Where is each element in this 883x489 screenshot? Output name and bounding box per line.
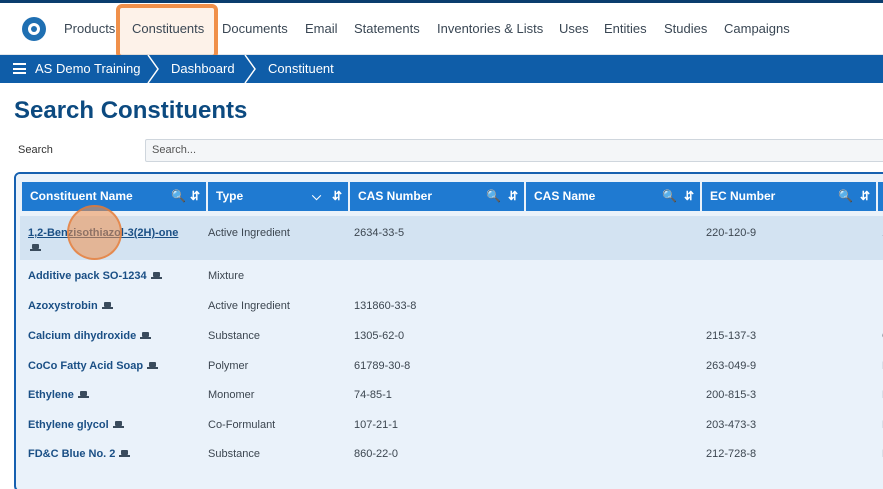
column-header-constituent-name[interactable]: Constituent Name 🔍 ⇵ xyxy=(22,182,206,211)
constituent-name-link[interactable]: CoCo Fatty Acid Soap xyxy=(28,360,159,372)
sort-icon[interactable]: ⇵ xyxy=(684,182,694,211)
cas-number-cell: 74-85-1 xyxy=(354,389,392,401)
column-header-more[interactable] xyxy=(878,182,883,211)
cas-number-cell: 131860-33-8 xyxy=(354,300,417,312)
ec-number-cell: 220-120-9 xyxy=(706,227,757,239)
laptop-icon xyxy=(77,391,89,399)
laptop-icon xyxy=(30,244,41,252)
constituent-name-link[interactable]: Ethylene xyxy=(28,389,89,401)
table-row[interactable]: CoCo Fatty Acid Soap Polymer 61789-30-8 … xyxy=(20,352,883,380)
type-cell: Monomer xyxy=(208,389,255,401)
nav-entities[interactable]: Entities xyxy=(604,21,647,36)
table-row[interactable]: FD&C Blue No. 2 Substance 860-22-0 212-7… xyxy=(20,440,883,468)
laptop-icon xyxy=(140,332,152,340)
table-row[interactable]: 1,2-Benzisothiazol-3(2H)-one Active Ingr… xyxy=(20,216,883,260)
breadcrumb: AS Demo Training Dashboard Constituent xyxy=(0,55,883,83)
nav-documents[interactable]: Documents xyxy=(222,21,288,36)
laptop-icon xyxy=(119,450,131,458)
constituent-name-link[interactable]: Additive pack SO-1234 xyxy=(28,270,162,282)
type-cell: Mixture xyxy=(208,270,245,282)
sort-icon[interactable]: ⇵ xyxy=(190,182,200,211)
nav-studies[interactable]: Studies xyxy=(664,21,707,36)
nav-constituents[interactable]: Constituents xyxy=(132,21,204,36)
breadcrumb-workspace[interactable]: AS Demo Training xyxy=(35,55,141,83)
constituents-table: Constituent Name 🔍 ⇵ Type ⌵ ⇵ CAS Number… xyxy=(14,172,883,489)
breadcrumb-dashboard[interactable]: Dashboard xyxy=(171,55,235,83)
nav-email[interactable]: Email xyxy=(305,21,338,36)
breadcrumb-separator-icon xyxy=(147,55,159,83)
type-cell: Polymer xyxy=(208,360,249,372)
search-icon[interactable]: 🔍 xyxy=(662,182,677,211)
constituent-name-link[interactable]: FD&C Blue No. 2 xyxy=(28,448,131,460)
search-icon[interactable]: 🔍 xyxy=(838,182,853,211)
column-header-type[interactable]: Type ⌵ ⇵ xyxy=(208,182,348,211)
sort-icon[interactable]: ⇵ xyxy=(860,182,870,211)
table-row[interactable]: Ethylene glycol Co-Formulant 107-21-1 20… xyxy=(20,411,883,439)
cas-number-cell: 2634-33-5 xyxy=(354,227,405,239)
column-header-ec-number[interactable]: EC Number 🔍 ⇵ xyxy=(702,182,876,211)
type-cell: Substance xyxy=(208,448,260,460)
laptop-icon xyxy=(150,272,162,280)
nav-campaigns[interactable]: Campaigns xyxy=(724,21,790,36)
cas-number-cell: 860-22-0 xyxy=(354,448,399,460)
cas-number-cell: 61789-30-8 xyxy=(354,360,411,372)
table-row[interactable]: Additive pack SO-1234 Mixture xyxy=(20,262,883,290)
ec-number-cell: 200-815-3 xyxy=(706,389,757,401)
constituent-name-link[interactable]: Calcium dihydroxide xyxy=(28,330,152,342)
cas-number-cell: 1305-62-0 xyxy=(354,330,405,342)
search-icon[interactable]: 🔍 xyxy=(486,182,501,211)
laptop-icon xyxy=(101,302,113,310)
type-cell: Substance xyxy=(208,330,260,342)
cas-number-cell: 107-21-1 xyxy=(354,419,399,431)
app-logo-icon[interactable] xyxy=(22,17,46,41)
nav-products[interactable]: Products xyxy=(64,21,115,36)
table-row[interactable]: Ethylene Monomer 74-85-1 200-815-3 E xyxy=(20,381,883,409)
column-header-cas-number[interactable]: CAS Number 🔍 ⇵ xyxy=(350,182,524,211)
menu-icon[interactable] xyxy=(13,63,26,74)
breadcrumb-current: Constituent xyxy=(268,61,334,76)
table-row[interactable]: Azoxystrobin Active Ingredient 131860-33… xyxy=(20,292,883,320)
type-cell: Active Ingredient xyxy=(208,227,290,239)
ec-number-cell: 263-049-9 xyxy=(706,360,757,372)
ec-number-cell: 203-473-3 xyxy=(706,419,757,431)
search-icon[interactable]: 🔍 xyxy=(171,182,186,211)
click-indicator xyxy=(67,205,122,260)
chevron-down-icon[interactable]: ⌵ xyxy=(312,182,321,211)
laptop-icon xyxy=(112,421,124,429)
type-cell: Active Ingredient xyxy=(208,300,290,312)
search-label: Search xyxy=(18,144,53,156)
column-header-cas-name[interactable]: CAS Name 🔍 ⇵ xyxy=(526,182,700,211)
nav-uses[interactable]: Uses xyxy=(559,21,589,36)
ec-number-cell: 212-728-8 xyxy=(706,448,757,460)
constituent-name-link[interactable]: Azoxystrobin xyxy=(28,300,113,312)
table-row[interactable]: Calcium dihydroxide Substance 1305-62-0 … xyxy=(20,322,883,350)
nav-statements[interactable]: Statements xyxy=(354,21,420,36)
constituent-name-link[interactable]: Ethylene glycol xyxy=(28,419,124,431)
page-title: Search Constituents xyxy=(14,97,248,124)
top-navigation: Products Constituents Documents Email St… xyxy=(0,0,883,59)
search-input[interactable]: Search... xyxy=(145,139,883,162)
laptop-icon xyxy=(147,362,159,370)
breadcrumb-separator-icon xyxy=(244,55,256,83)
type-cell: Co-Formulant xyxy=(208,419,276,431)
nav-inventories-lists[interactable]: Inventories & Lists xyxy=(437,21,543,36)
sort-icon[interactable]: ⇵ xyxy=(332,182,342,211)
table-header: Constituent Name 🔍 ⇵ Type ⌵ ⇵ CAS Number… xyxy=(16,174,883,214)
sort-icon[interactable]: ⇵ xyxy=(508,182,518,211)
ec-number-cell: 215-137-3 xyxy=(706,330,757,342)
